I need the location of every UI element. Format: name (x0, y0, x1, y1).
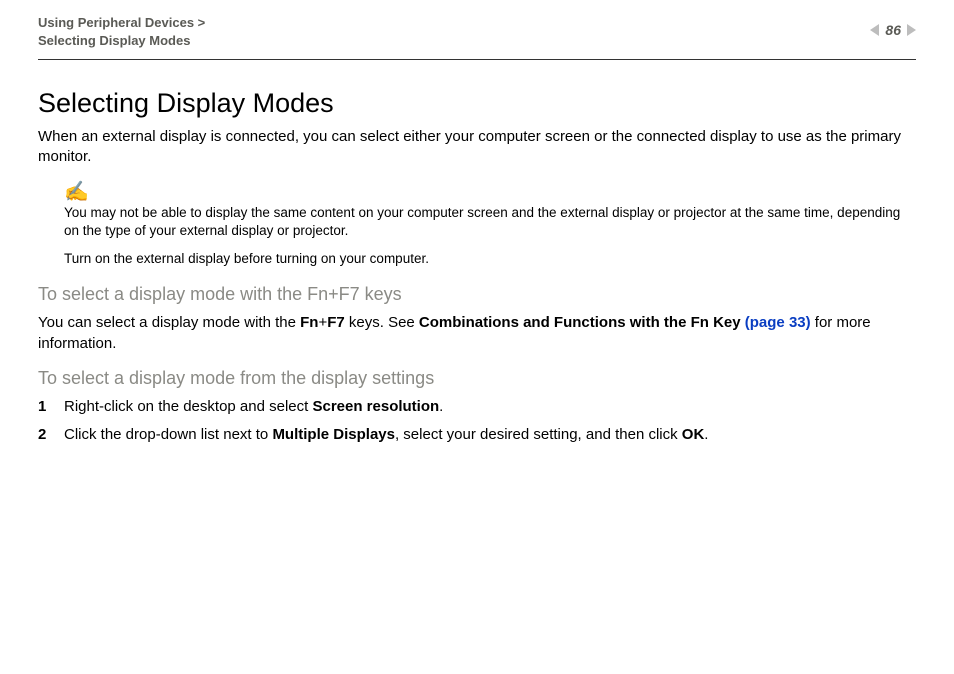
breadcrumb-line1: Using Peripheral Devices > (38, 14, 205, 32)
note-block: ✍ You may not be able to display the sam… (64, 182, 916, 269)
page-title: Selecting Display Modes (38, 88, 916, 119)
subheading-display-settings: To select a display mode from the displa… (38, 368, 916, 389)
steps-list: 1 Right-click on the desktop and select … (38, 397, 916, 446)
intro-paragraph: When an external display is connected, y… (38, 127, 916, 168)
list-item: 2 Click the drop-down list next to Multi… (38, 425, 916, 445)
f7-key: F7 (327, 314, 345, 331)
step-text: Right-click on the desktop and select Sc… (64, 397, 443, 417)
step-number: 2 (38, 425, 64, 445)
multiple-displays-bold: Multiple Displays (272, 426, 395, 443)
next-page-icon[interactable] (907, 24, 916, 36)
screen-resolution-bold: Screen resolution (312, 398, 439, 415)
note-text-2: Turn on the external display before turn… (64, 250, 916, 268)
note-text-1: You may not be able to display the same … (64, 204, 916, 240)
breadcrumb-line2: Selecting Display Modes (38, 32, 205, 50)
fn-keys-paragraph: You can select a display mode with the F… (38, 313, 916, 354)
note-icon: ✍ (64, 182, 916, 202)
breadcrumb: Using Peripheral Devices > Selecting Dis… (38, 14, 205, 49)
page-number: 86 (885, 22, 901, 38)
list-item: 1 Right-click on the desktop and select … (38, 397, 916, 417)
combinations-bold: Combinations and Functions with the Fn K… (419, 314, 741, 331)
step-number: 1 (38, 397, 64, 417)
page-navigation: 86 (870, 14, 916, 38)
ok-bold: OK (682, 426, 705, 443)
page-33-link[interactable]: (page 33) (745, 314, 811, 331)
prev-page-icon[interactable] (870, 24, 879, 36)
document-page: Using Peripheral Devices > Selecting Dis… (0, 0, 954, 445)
subheading-fn-keys: To select a display mode with the Fn+F7 … (38, 284, 916, 305)
page-header: Using Peripheral Devices > Selecting Dis… (38, 10, 916, 60)
step-text: Click the drop-down list next to Multipl… (64, 425, 708, 445)
fn-key: Fn (300, 314, 318, 331)
